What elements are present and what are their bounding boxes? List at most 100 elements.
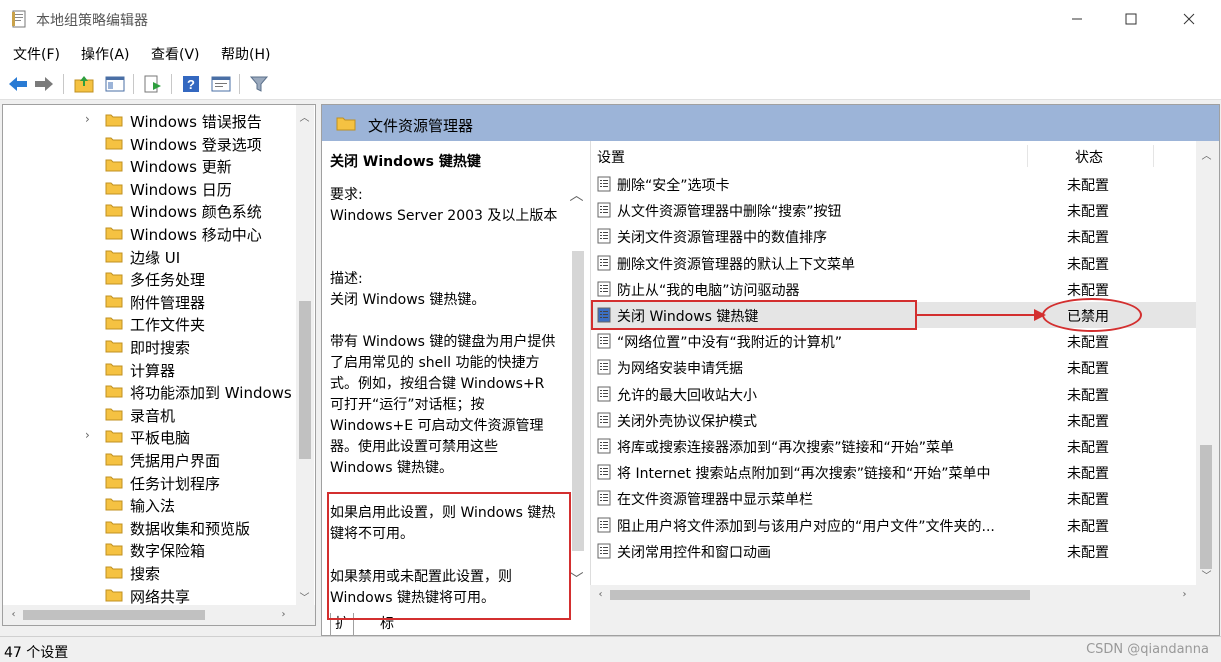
folder-icon bbox=[105, 204, 123, 217]
folder-icon bbox=[105, 589, 123, 602]
forward-button[interactable] bbox=[32, 72, 56, 96]
policy-row[interactable]: 关闭文件资源管理器中的数值排序 未配置 bbox=[591, 223, 1197, 249]
tree-item[interactable]: 凭据用户界面 bbox=[3, 448, 298, 471]
tree-item[interactable]: 网络共享 bbox=[3, 584, 298, 607]
menu-help[interactable]: 帮助(H) bbox=[221, 44, 270, 64]
tree-item[interactable]: 数据收集和预览版 bbox=[3, 516, 298, 539]
policy-row[interactable]: 阻止用户将文件添加到与该用户对应的“用户文件”文件夹的... 未配置 bbox=[591, 512, 1197, 538]
menu-view[interactable]: 查看(V) bbox=[151, 44, 200, 64]
tree-item-label: 计算器 bbox=[130, 361, 176, 380]
scroll-down-icon[interactable]: ﹀ bbox=[296, 589, 313, 604]
list-scrollbar[interactable]: ︿ ﹀ bbox=[1196, 141, 1216, 585]
list-scroll-thumb[interactable] bbox=[1200, 445, 1212, 569]
description-label: 描述: bbox=[330, 271, 363, 287]
scroll-left-icon[interactable]: ‹ bbox=[5, 609, 22, 620]
tree-item[interactable]: › Windows 错误报告 bbox=[3, 109, 298, 132]
policy-row[interactable]: 从文件资源管理器中删除“搜索”按钮 未配置 bbox=[591, 197, 1197, 223]
console-tree-icon bbox=[105, 76, 125, 92]
scroll-right-icon[interactable]: › bbox=[275, 609, 292, 620]
tree-item[interactable]: 边缘 UI bbox=[3, 245, 298, 268]
list-hscrollbar[interactable]: ‹ › bbox=[590, 585, 1196, 605]
menu-file[interactable]: 文件(F) bbox=[13, 44, 60, 64]
folder-icon bbox=[105, 227, 123, 240]
policy-row[interactable]: 将 Internet 搜索站点附加到“再次搜索”链接和“开始”菜单中 未配置 bbox=[591, 459, 1197, 485]
tree-item[interactable]: Windows 更新 bbox=[3, 154, 298, 177]
back-button[interactable] bbox=[6, 72, 30, 96]
desc-scroll-thumb[interactable] bbox=[572, 251, 584, 551]
column-setting-header[interactable]: 设置 bbox=[597, 141, 625, 171]
up-folder-button[interactable] bbox=[72, 72, 96, 96]
toolbar: ? bbox=[0, 68, 1221, 100]
policy-state: 未配置 bbox=[1067, 413, 1109, 430]
tree-scrollbar[interactable]: ︿ ﹀ bbox=[296, 105, 314, 605]
tree-item-label: 多任务处理 bbox=[130, 271, 206, 290]
export-list-button[interactable] bbox=[141, 72, 165, 96]
expand-chevron-icon[interactable]: › bbox=[85, 112, 90, 126]
tree-item[interactable]: Windows 颜色系统 bbox=[3, 199, 298, 222]
policy-name: 删除文件资源管理器的默认上下文菜单 bbox=[617, 256, 855, 273]
policy-row[interactable]: 在文件资源管理器中显示菜单栏 未配置 bbox=[591, 485, 1197, 511]
tree-item-label: Windows 登录选项 bbox=[130, 135, 262, 154]
tree-item[interactable]: › 平板电脑 bbox=[3, 425, 298, 448]
tree-item[interactable]: 录音机 bbox=[3, 403, 298, 426]
list-scroll-left-icon[interactable]: ‹ bbox=[592, 589, 609, 600]
policy-name: 关闭文件资源管理器中的数值排序 bbox=[617, 230, 827, 247]
list-scroll-down-icon[interactable]: ﹀ bbox=[1198, 567, 1215, 582]
policy-name: 关闭常用控件和窗口动画 bbox=[617, 544, 771, 561]
list-scroll-up-icon[interactable]: ︿ bbox=[1198, 147, 1215, 162]
column-state-header[interactable]: 状态 bbox=[1075, 141, 1103, 171]
close-button[interactable] bbox=[1162, 0, 1216, 38]
policy-row[interactable]: 删除“安全”选项卡 未配置 bbox=[591, 171, 1197, 197]
filter-button[interactable] bbox=[247, 72, 271, 96]
folder-icon bbox=[105, 521, 123, 534]
tree-item[interactable]: 工作文件夹 bbox=[3, 312, 298, 335]
show-hide-tree-button[interactable] bbox=[103, 72, 127, 96]
policy-row[interactable]: 将库或搜索连接器添加到“再次搜索”链接和“开始”菜单 未配置 bbox=[591, 433, 1197, 459]
tree-item[interactable]: 任务计划程序 bbox=[3, 471, 298, 494]
policy-row[interactable]: “网络位置”中没有“我附近的计算机” 未配置 bbox=[591, 328, 1197, 354]
tree-item[interactable]: Windows 登录选项 bbox=[3, 132, 298, 155]
tree-item[interactable]: 将功能添加到 Windows 1 bbox=[3, 380, 298, 403]
list-scroll-right-icon[interactable]: › bbox=[1176, 589, 1193, 600]
menu-action[interactable]: 操作(A) bbox=[81, 44, 130, 64]
tree-hscrollbar[interactable]: ‹ › bbox=[3, 605, 315, 625]
policy-setting-icon bbox=[597, 543, 611, 559]
desc-scroll-up-icon[interactable]: ︿ bbox=[568, 185, 585, 205]
tree-item[interactable]: 搜索 bbox=[3, 561, 298, 584]
policy-setting-icon bbox=[597, 281, 611, 297]
policy-name: 阻止用户将文件添加到与该用户对应的“用户文件”文件夹的... bbox=[617, 518, 995, 535]
annotation-arrow-line bbox=[917, 314, 1043, 316]
list-hscroll-thumb[interactable] bbox=[610, 590, 1030, 600]
tree-item-label: 数字保险箱 bbox=[130, 542, 206, 561]
scroll-up-icon[interactable]: ︿ bbox=[296, 109, 313, 124]
expand-chevron-icon[interactable]: › bbox=[85, 428, 90, 442]
tree-item[interactable]: 多任务处理 bbox=[3, 267, 298, 290]
policy-name: 在文件资源管理器中显示菜单栏 bbox=[617, 492, 813, 509]
tree-hscroll-thumb[interactable] bbox=[23, 610, 205, 620]
tree-item[interactable]: 输入法 bbox=[3, 493, 298, 516]
annotation-selected-policy-box bbox=[591, 300, 917, 330]
help-button[interactable]: ? bbox=[179, 72, 203, 96]
tree-item-label: 附件管理器 bbox=[130, 293, 206, 312]
policy-row[interactable]: 关闭常用控件和窗口动画 未配置 bbox=[591, 538, 1197, 564]
minimize-button[interactable] bbox=[1050, 0, 1104, 38]
policy-row[interactable]: 关闭外壳协议保护模式 未配置 bbox=[591, 407, 1197, 433]
tree-item[interactable]: 即时搜索 bbox=[3, 335, 298, 358]
tree-item[interactable]: 数字保险箱 bbox=[3, 538, 298, 561]
tree-item[interactable]: Windows 日历 bbox=[3, 177, 298, 200]
tree-item[interactable]: 附件管理器 bbox=[3, 290, 298, 313]
policy-row[interactable]: 为网络安装申请凭据 未配置 bbox=[591, 354, 1197, 380]
folder-icon bbox=[105, 295, 123, 308]
tree-item-label: 网络共享 bbox=[130, 587, 191, 606]
console-tree[interactable]: › Windows 错误报告 Windows 登录选项 Windows 更新 Windo… bbox=[2, 104, 316, 626]
policy-row[interactable]: 允许的最大回收站大小 未配置 bbox=[591, 381, 1197, 407]
policy-state: 未配置 bbox=[1067, 256, 1109, 273]
tree-scroll-thumb[interactable] bbox=[299, 301, 311, 459]
properties-button[interactable] bbox=[209, 72, 233, 96]
tree-item[interactable]: Windows 移动中心 bbox=[3, 222, 298, 245]
maximize-button[interactable] bbox=[1104, 0, 1158, 38]
tree-item[interactable]: 计算器 bbox=[3, 358, 298, 381]
description-scrollbar[interactable]: ︿ ﹀ bbox=[568, 141, 588, 601]
policy-state: 未配置 bbox=[1067, 518, 1109, 535]
policy-row[interactable]: 删除文件资源管理器的默认上下文菜单 未配置 bbox=[591, 250, 1197, 276]
